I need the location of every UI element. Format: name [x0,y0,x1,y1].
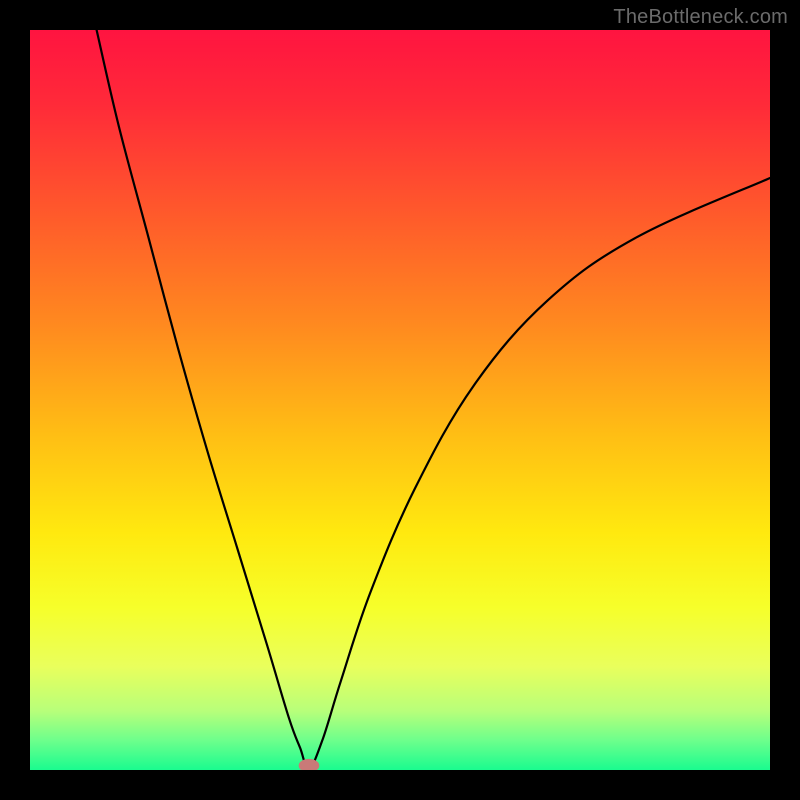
plot-area [30,30,770,770]
gradient-background [30,30,770,770]
watermark-text: TheBottleneck.com [613,6,788,29]
plot-svg [30,30,770,770]
chart-frame: TheBottleneck.com [0,0,800,800]
